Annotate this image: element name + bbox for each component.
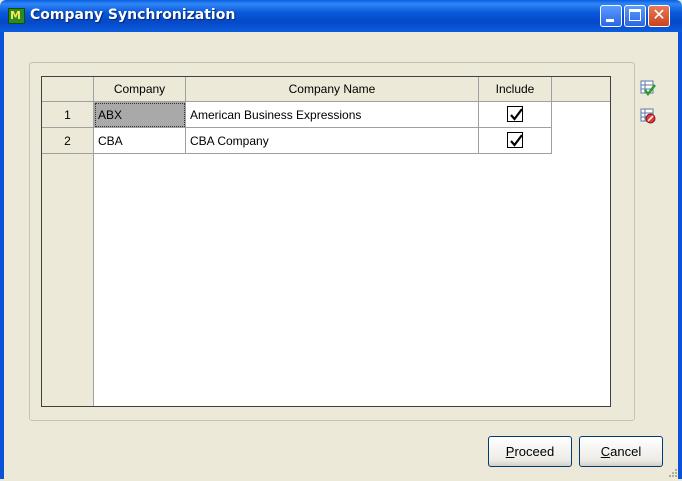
close-button[interactable]: ✕: [648, 5, 670, 27]
column-header-company[interactable]: Company: [94, 77, 186, 102]
grid-corner-header: [42, 77, 94, 102]
cell-include[interactable]: [479, 102, 552, 128]
row-number[interactable]: 2: [42, 128, 94, 154]
cancel-button[interactable]: Cancel: [579, 436, 663, 467]
column-header-filler: [552, 77, 610, 102]
select-all-icon[interactable]: [640, 80, 656, 97]
title-bar[interactable]: M Company Synchronization ✕: [0, 0, 682, 32]
cancel-mnemonic: C: [600, 444, 611, 459]
clear-all-icon[interactable]: [640, 108, 656, 124]
window-frame-right: [678, 32, 682, 479]
row-number[interactable]: 1: [42, 102, 94, 128]
cancel-label: ancel: [610, 444, 642, 459]
app-icon[interactable]: M: [8, 8, 25, 24]
minimize-icon: [606, 19, 614, 22]
maximize-button[interactable]: [624, 5, 646, 27]
app-icon-letter: M: [10, 9, 21, 22]
resize-grip-icon[interactable]: [668, 467, 678, 477]
include-checkbox[interactable]: [507, 132, 523, 148]
close-icon: ✕: [652, 5, 666, 24]
cell-company-name[interactable]: CBA Company: [186, 128, 479, 154]
window-frame-left: [0, 32, 4, 479]
maximize-icon: [629, 9, 641, 21]
column-header-include[interactable]: Include: [479, 77, 552, 102]
proceed-button[interactable]: Proceed: [488, 436, 572, 467]
company-grid[interactable]: Company Company Name Include 1 ABX Ameri…: [41, 76, 611, 407]
checkmark-icon: [510, 134, 523, 147]
cell-company-name[interactable]: American Business Expressions: [186, 102, 479, 128]
cell-company-code[interactable]: ABX: [94, 102, 186, 128]
window-title: Company Synchronization: [30, 7, 236, 23]
checkmark-icon: [510, 108, 523, 121]
cell-include[interactable]: [479, 128, 552, 154]
cell-company-code[interactable]: CBA: [94, 128, 186, 154]
minimize-button[interactable]: [600, 5, 622, 27]
proceed-label: roceed: [514, 444, 555, 459]
include-checkbox[interactable]: [507, 106, 523, 122]
column-header-company-name[interactable]: Company Name: [186, 77, 479, 102]
